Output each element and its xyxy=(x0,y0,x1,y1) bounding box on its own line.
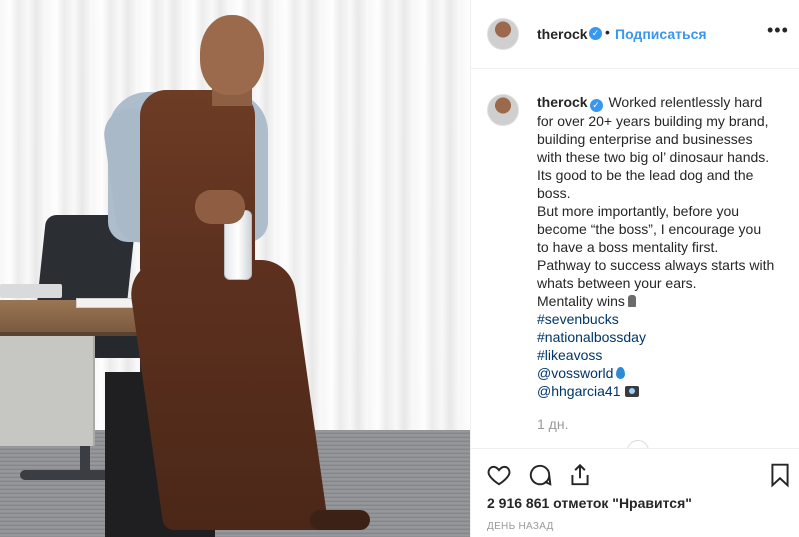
person-figure xyxy=(100,10,400,537)
caption-line: for over 20+ years building my brand, xyxy=(537,113,769,129)
verified-badge-icon: ✓ xyxy=(589,27,602,40)
desk-drawer xyxy=(0,336,95,446)
post-caption: therock ✓ Worked relentlessly hard for ov… xyxy=(537,93,789,400)
header-username[interactable]: therock xyxy=(537,26,588,42)
post-header: therock ✓ • Подписаться ••• xyxy=(471,0,799,69)
mention-link[interactable]: @vossworld xyxy=(537,365,613,381)
weightlifter-emoji-icon xyxy=(627,295,636,307)
caption-line: Worked relentlessly hard xyxy=(608,94,763,110)
caption-last-line: Mentality wins xyxy=(537,292,789,310)
caption-line: building enterprise and businesses xyxy=(537,131,753,147)
bookmark-icon[interactable] xyxy=(766,461,794,489)
caption-line: become “the boss”, I encourage you xyxy=(537,221,762,237)
comments-area[interactable]: therock ✓ Worked relentlessly hard for ov… xyxy=(471,70,799,448)
caption-line: to have a boss mentality first. xyxy=(537,239,719,255)
mentality-wins-text: Mentality wins xyxy=(537,293,625,309)
follow-button[interactable]: Подписаться xyxy=(615,26,707,42)
likes-count[interactable]: 2 916 861 отметок "Нравится" xyxy=(487,495,692,511)
mention-link[interactable]: @hhgarcia41 xyxy=(537,383,621,399)
share-icon[interactable] xyxy=(566,461,594,489)
post-image[interactable] xyxy=(0,0,470,537)
more-options-icon[interactable]: ••• xyxy=(767,20,789,41)
trousers xyxy=(126,260,329,530)
action-bar: 2 916 861 отметок "Нравится" ДЕНЬ НАЗАД xyxy=(471,448,799,537)
caption-line: Its good to be the lead dog and the xyxy=(537,167,754,183)
hashtag-link[interactable]: #likeavoss xyxy=(537,346,789,364)
separator-dot: • xyxy=(605,24,610,40)
avatar[interactable] xyxy=(487,18,519,50)
caption-verified-badge-icon: ✓ xyxy=(589,99,603,112)
caption-line: whats between your ears. xyxy=(537,275,697,291)
caption-line: boss. xyxy=(537,185,571,201)
caption-avatar[interactable] xyxy=(487,94,519,126)
hand xyxy=(195,190,245,224)
laptop xyxy=(0,284,62,298)
hashtag-link[interactable]: #nationalbossday xyxy=(537,328,789,346)
post-panel: therock ✓ • Подписаться ••• therock ✓ Wor… xyxy=(470,0,799,537)
mention-row: @hhgarcia41 xyxy=(537,382,789,400)
droplet-emoji-icon xyxy=(616,367,626,379)
comment-icon[interactable] xyxy=(526,461,554,489)
load-more-comments-icon[interactable] xyxy=(627,440,649,448)
camera-emoji-icon xyxy=(624,386,639,397)
caption-line: with these two big ol’ dinosaur hands. xyxy=(537,149,770,165)
caption-username[interactable]: therock xyxy=(537,94,588,110)
shoe xyxy=(310,510,370,530)
mention-row: @vossworld xyxy=(537,364,789,382)
hashtag-link[interactable]: #sevenbucks xyxy=(537,310,789,328)
head xyxy=(200,15,264,95)
comment-time[interactable]: 1 дн. xyxy=(537,416,568,432)
caption-line: But more importantly, before you xyxy=(537,203,740,219)
caption-line: Pathway to success always starts with xyxy=(537,257,775,273)
heart-icon[interactable] xyxy=(485,461,513,489)
post-date[interactable]: ДЕНЬ НАЗАД xyxy=(487,521,554,532)
